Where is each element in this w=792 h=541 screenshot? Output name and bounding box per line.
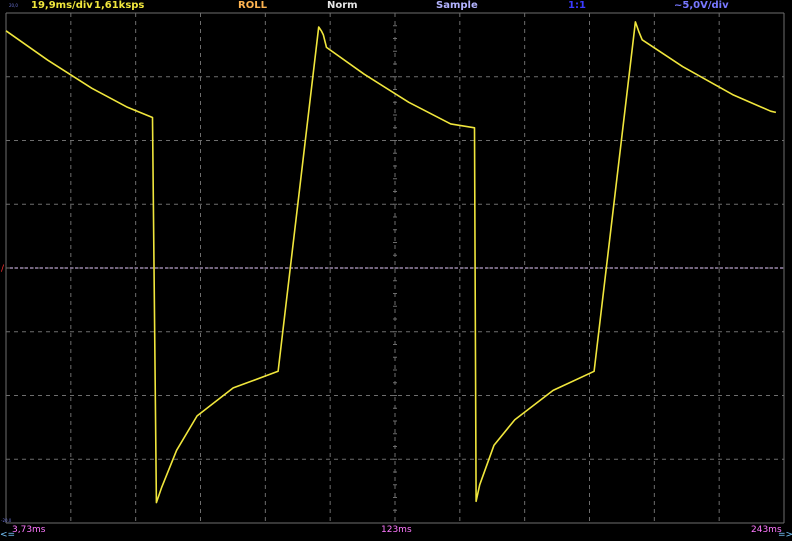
trigger-level-marker[interactable]: / bbox=[1, 264, 5, 274]
timebase-readout[interactable]: 19,9ms/div bbox=[31, 0, 93, 12]
time-axis-left-label: 3,73ms bbox=[12, 525, 46, 535]
time-axis-bar: <= 3,73ms 123ms 243ms => bbox=[0, 522, 792, 541]
probe-ratio-readout[interactable]: 1:1 bbox=[568, 0, 586, 12]
time-axis-mid-label: 123ms bbox=[381, 525, 412, 535]
acquisition-mode-readout[interactable]: Sample bbox=[436, 0, 478, 12]
mode-readout[interactable]: ROLL bbox=[238, 0, 267, 12]
sample-rate-readout: 1,61ksps bbox=[94, 0, 145, 11]
volts-per-div-readout[interactable]: ~5,0V/div bbox=[674, 0, 729, 12]
scroll-right-arrow[interactable]: => bbox=[778, 530, 792, 540]
scope-screen: / bbox=[1, 12, 785, 524]
trigger-mode-readout[interactable]: Norm bbox=[327, 0, 358, 12]
status-bar: 19,9ms/div 1,61ksps ROLL Norm Sample 1:1… bbox=[0, 0, 792, 12]
channel-trace bbox=[5, 21, 777, 504]
